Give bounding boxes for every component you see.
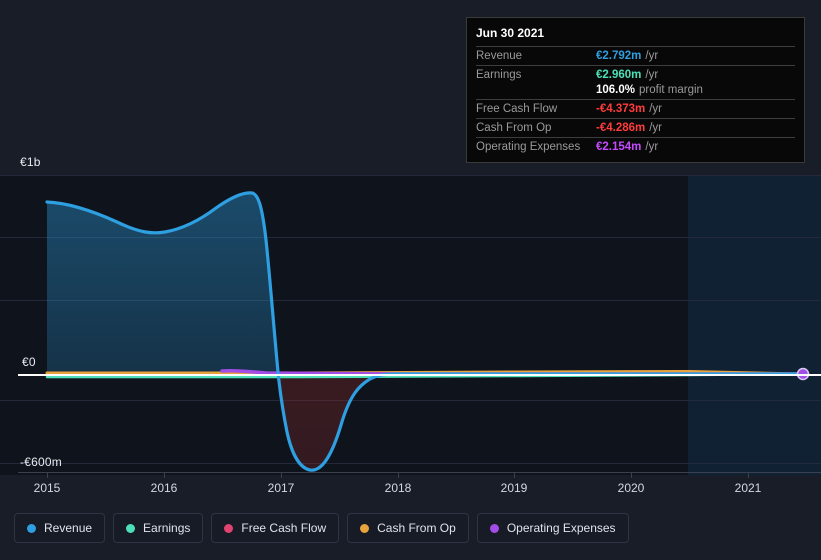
legend-item-operating-expenses[interactable]: Operating Expenses xyxy=(476,513,629,543)
x-axis-label: 2015 xyxy=(33,481,61,495)
tooltip-row-label: Earnings xyxy=(476,69,522,81)
x-axis-label: 2018 xyxy=(384,481,412,495)
chart-page: €1b €0 -€600m 2015 2016 2017 2018 2019 2… xyxy=(0,0,821,560)
x-axis-label: 2016 xyxy=(150,481,178,495)
tooltip-row-unit: /yr xyxy=(649,103,663,115)
legend-item-earnings[interactable]: Earnings xyxy=(113,513,204,543)
x-axis-label: 2017 xyxy=(267,481,295,495)
chart-tooltip: Jun 30 2021 Revenue €2.792m/yr Earnings €2.… xyxy=(466,17,805,163)
tooltip-row-value: 106.0% xyxy=(596,84,636,96)
x-axis-label: 2021 xyxy=(734,481,762,495)
tooltip-row: Cash From Op -€4.286m/yr xyxy=(476,118,795,137)
tooltip-row: Revenue €2.792m/yr xyxy=(476,46,795,65)
legend-item-label: Revenue xyxy=(44,521,93,535)
tooltip-row-unit: profit margin xyxy=(639,84,703,96)
revenue-area-positive xyxy=(47,192,803,375)
tooltip-row-label: Free Cash Flow xyxy=(476,103,558,115)
y-axis-label-bottom: -€600m xyxy=(20,455,62,469)
legend-item-free-cash-flow[interactable]: Free Cash Flow xyxy=(211,513,340,543)
tooltip-row-value: €2.792m xyxy=(596,50,642,62)
tooltip-row-unit: /yr xyxy=(645,69,659,81)
tooltip-row-unit: /yr xyxy=(649,122,663,134)
x-axis-tick xyxy=(164,472,165,478)
legend-item-cash-from-op[interactable]: Cash From Op xyxy=(347,513,469,543)
tooltip-row-label: Cash From Op xyxy=(476,122,552,134)
x-axis-tick xyxy=(398,472,399,478)
y-axis-label-zero: €0 xyxy=(22,355,36,369)
legend-item-label: Free Cash Flow xyxy=(241,521,327,535)
legend-item-label: Earnings xyxy=(143,521,191,535)
tooltip-date: Jun 30 2021 xyxy=(476,26,545,40)
tooltip-row-unit: /yr xyxy=(645,141,659,153)
legend-color-dot-icon xyxy=(27,523,36,533)
x-axis-label: 2020 xyxy=(617,481,645,495)
legend-color-dot-icon xyxy=(360,523,370,533)
zero-baseline xyxy=(18,374,821,376)
x-axis-line xyxy=(18,472,821,473)
tooltip-rows: Revenue €2.792m/yr Earnings €2.960m/yr 106.0… xyxy=(476,46,795,156)
x-axis-label: 2019 xyxy=(500,481,528,495)
legend-item-revenue[interactable]: Revenue xyxy=(14,513,106,543)
tooltip-row: Free Cash Flow -€4.373m/yr xyxy=(476,99,795,118)
x-axis-tick xyxy=(631,472,632,478)
tooltip-row-label: Operating Expenses xyxy=(476,141,581,153)
tooltip-row-value: €2.960m xyxy=(596,69,642,81)
tooltip-row-unit: /yr xyxy=(645,50,659,62)
x-axis-tick xyxy=(47,472,48,478)
legend-color-dot-icon xyxy=(489,523,499,533)
legend-color-dot-icon xyxy=(224,523,234,533)
tooltip-row-value: €2.154m xyxy=(596,141,642,153)
tooltip-row: Operating Expenses €2.154m/yr xyxy=(476,137,795,156)
x-axis-tick xyxy=(514,472,515,478)
tooltip-row-value: -€4.373m xyxy=(596,103,646,115)
chart-legend: Revenue Earnings Free Cash Flow Cash From O… xyxy=(14,513,629,543)
tooltip-row: 106.0% profit margin xyxy=(476,84,795,99)
tooltip-row: Earnings €2.960m/yr xyxy=(476,65,795,84)
legend-color-dot-icon xyxy=(126,523,136,533)
y-axis-label-top: €1b xyxy=(20,155,41,169)
legend-item-label: Operating Expenses xyxy=(506,521,616,535)
legend-item-label: Cash From Op xyxy=(377,521,456,535)
tooltip-row-value: -€4.286m xyxy=(596,122,646,134)
x-axis-tick xyxy=(748,472,749,478)
x-axis-tick xyxy=(281,472,282,478)
tooltip-row-label: Revenue xyxy=(476,50,523,62)
